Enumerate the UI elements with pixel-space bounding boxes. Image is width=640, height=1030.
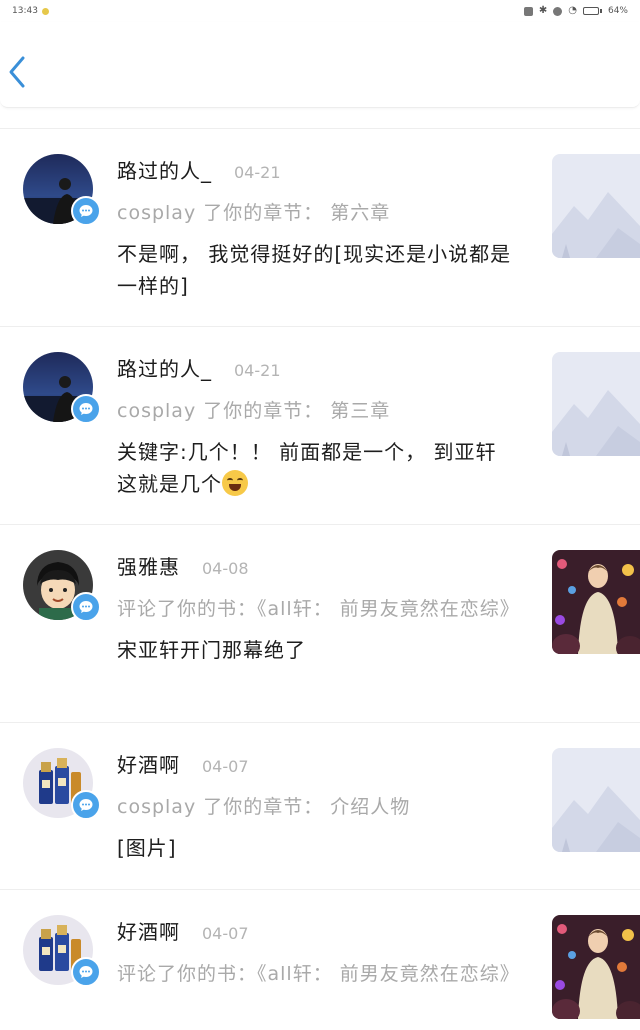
item-comment-wrap: 关键字:几个！！ 前面都是一个， 到亚轩这就是几个: [117, 436, 517, 500]
chevron-left-icon: [9, 56, 25, 88]
alarm-icon: [553, 6, 563, 16]
item-content: 好酒啊 04-07 评论了你的书：《all轩： 前男友竟然在恋综》: [117, 916, 520, 989]
item-comment: 不是啊， 我觉得挺好的[现实还是小说都是一样的]: [117, 242, 512, 298]
comment-badge-icon: [71, 592, 101, 622]
item-date: 04-08: [202, 559, 249, 578]
avatar-wrap[interactable]: [23, 352, 101, 428]
user-name[interactable]: 路过的人_: [117, 353, 212, 382]
item-action: 评论了你的书：《all轩： 前男友竟然在恋综》: [117, 598, 520, 620]
bluetooth-icon: ✱: [538, 5, 548, 16]
item-thumbnail[interactable]: [552, 352, 640, 456]
item-thumbnail[interactable]: [552, 748, 640, 852]
back-button[interactable]: [4, 52, 30, 92]
status-time: 13:43: [12, 6, 38, 16]
weather-icon: [41, 7, 49, 15]
wifi-icon: ◔: [568, 5, 577, 16]
item-header: 好酒啊 04-07: [117, 749, 517, 778]
list-item[interactable]: 好酒啊 04-07 评论了你的书：《all轩： 前男友竟然在恋综》: [0, 890, 640, 1030]
vibrate-icon: [523, 6, 533, 16]
avatar-wrap[interactable]: [23, 915, 101, 991]
item-action: 评论了你的书：《all轩： 前男友竟然在恋综》: [117, 963, 520, 985]
item-action: cosplay 了你的章节： 第三章: [117, 400, 391, 422]
status-right: ✱ ◔ 64%: [523, 5, 628, 16]
item-header: 好酒啊 04-07: [117, 916, 517, 945]
item-comment: 宋亚轩开门那幕绝了: [117, 638, 306, 662]
avatar-wrap[interactable]: [23, 154, 101, 230]
item-date: 04-21: [234, 361, 281, 380]
avatar-wrap[interactable]: [23, 550, 101, 626]
battery-percent: 64%: [607, 6, 628, 16]
list-item[interactable]: 路过的人_ 04-21 cosplay 了你的章节： 第六章 不是啊， 我觉得挺…: [0, 129, 640, 327]
laughing-crying-emoji-icon: [222, 470, 248, 496]
item-header: 路过的人_ 04-21: [117, 155, 517, 184]
item-thumbnail[interactable]: [552, 154, 640, 258]
item-comment: [图片]: [117, 836, 177, 860]
user-name[interactable]: 好酒啊: [117, 916, 180, 945]
user-name[interactable]: 好酒啊: [117, 749, 180, 778]
comment-badge-icon: [71, 790, 101, 820]
item-header: 强雅惠 04-08: [117, 551, 517, 580]
user-name[interactable]: 强雅惠: [117, 551, 180, 580]
item-content: 路过的人_ 04-21 cosplay 了你的章节： 第三章 关键字:几个！！ …: [117, 353, 517, 500]
item-action: cosplay 了你的章节： 介绍人物: [117, 796, 411, 818]
item-content: 路过的人_ 04-21 cosplay 了你的章节： 第六章 不是啊， 我觉得挺…: [117, 155, 517, 302]
item-date: 04-07: [202, 757, 249, 776]
notification-list: 路过的人_ 04-21 cosplay 了你的章节： 第六章 不是啊， 我觉得挺…: [0, 129, 640, 1030]
list-item[interactable]: 好酒啊 04-07 cosplay 了你的章节： 介绍人物 [图片]: [0, 723, 640, 890]
item-thumbnail[interactable]: [552, 550, 640, 654]
item-comment: 关键字:几个！！ 前面都是一个， 到亚轩这就是几个: [117, 440, 497, 496]
comment-badge-icon: [71, 957, 101, 987]
item-content: 强雅惠 04-08 评论了你的书：《all轩： 前男友竟然在恋综》 宋亚轩开门那…: [117, 551, 520, 666]
item-action: cosplay 了你的章节： 第六章: [117, 202, 391, 224]
avatar-wrap[interactable]: [23, 748, 101, 824]
comment-badge-icon: [71, 196, 101, 226]
item-thumbnail[interactable]: [552, 915, 640, 1019]
comment-badge-icon: [71, 394, 101, 424]
item-date: 04-21: [234, 163, 281, 182]
top-header: [0, 22, 640, 108]
user-name[interactable]: 路过的人_: [117, 155, 212, 184]
item-content: 好酒啊 04-07 cosplay 了你的章节： 介绍人物 [图片]: [117, 749, 517, 864]
status-bar: 13:43 ✱ ◔ 64%: [0, 0, 640, 22]
item-date: 04-07: [202, 924, 249, 943]
item-header: 路过的人_ 04-21: [117, 353, 517, 382]
status-left: 13:43: [12, 6, 49, 16]
list-item[interactable]: 路过的人_ 04-21 cosplay 了你的章节： 第三章 关键字:几个！！ …: [0, 327, 640, 525]
battery-icon: [582, 7, 602, 15]
list-item[interactable]: 强雅惠 04-08 评论了你的书：《all轩： 前男友竟然在恋综》 宋亚轩开门那…: [0, 525, 640, 723]
